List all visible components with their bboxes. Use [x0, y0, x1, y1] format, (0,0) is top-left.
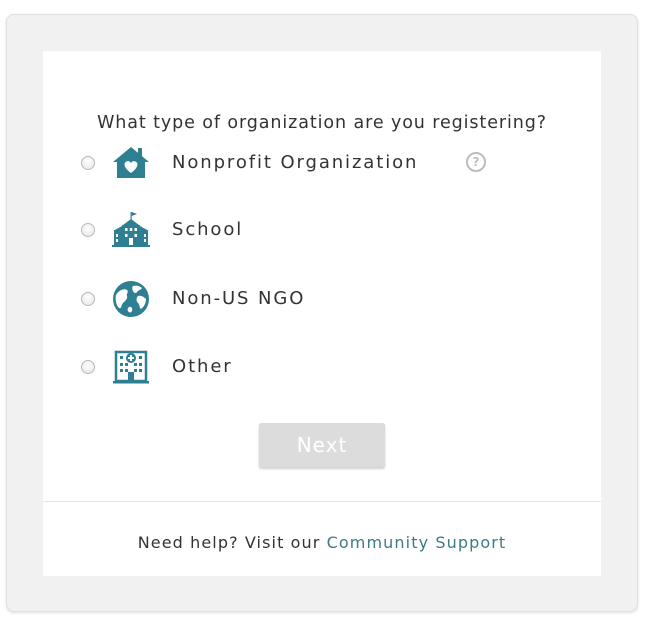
option-label: Nonprofit Organization [172, 152, 419, 173]
radio-non-us-ngo[interactable] [81, 292, 95, 306]
help-footer: Need help? Visit our Community Support [43, 533, 601, 552]
question-heading: What type of organization are you regist… [97, 113, 547, 133]
next-button[interactable]: Next [259, 423, 385, 467]
option-nonprofit[interactable]: Nonprofit Organization ? [81, 144, 561, 184]
divider [43, 501, 601, 502]
radio-other[interactable] [81, 360, 95, 374]
registration-panel: What type of organization are you regist… [6, 14, 638, 612]
radio-nonprofit[interactable] [81, 156, 95, 170]
globe-icon [111, 280, 151, 318]
option-label: Non-US NGO [172, 288, 306, 309]
registration-card: What type of organization are you regist… [43, 51, 601, 576]
school-building-icon [111, 211, 151, 249]
community-support-link[interactable]: Community Support [327, 533, 507, 552]
option-school[interactable]: School [81, 211, 561, 251]
hospital-building-icon [111, 348, 151, 386]
option-label: School [172, 219, 244, 240]
option-label: Other [172, 356, 233, 377]
help-icon[interactable]: ? [466, 152, 486, 172]
option-non-us-ngo[interactable]: Non-US NGO [81, 280, 561, 320]
radio-school[interactable] [81, 223, 95, 237]
house-heart-icon [111, 144, 151, 182]
option-other[interactable]: Other [81, 348, 561, 388]
help-prefix-text: Need help? Visit our [137, 533, 321, 552]
